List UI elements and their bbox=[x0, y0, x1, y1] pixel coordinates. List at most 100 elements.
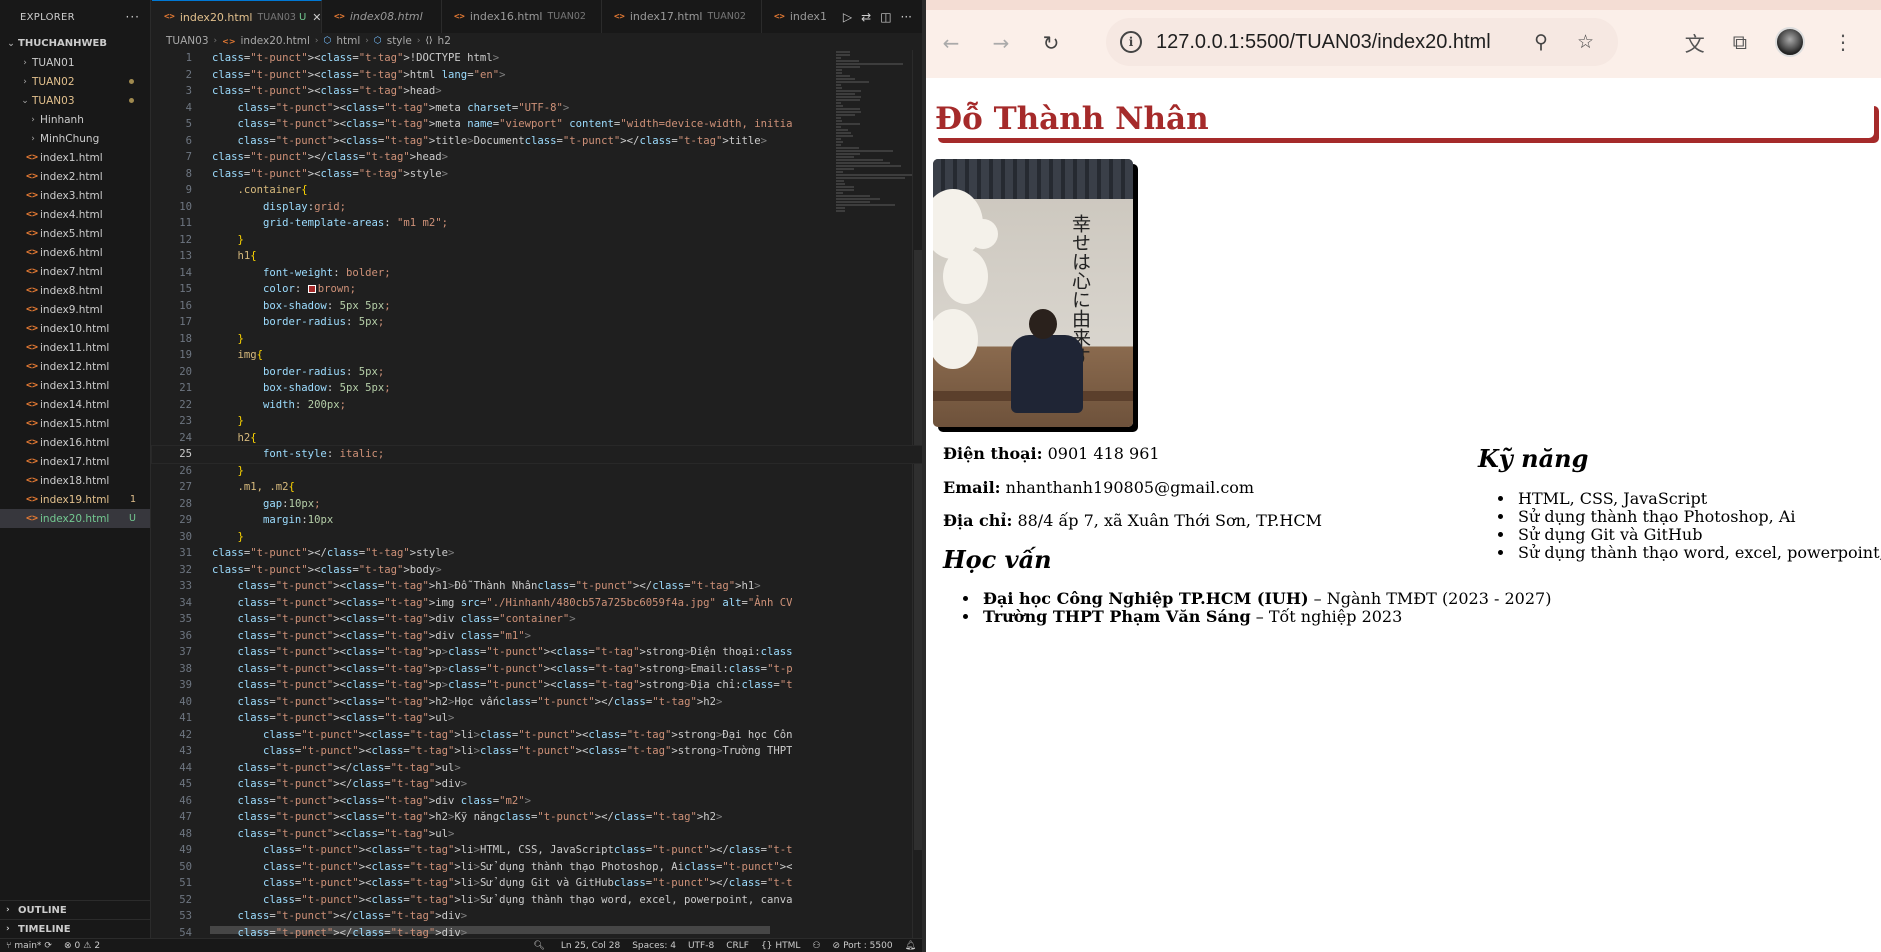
code-line[interactable]: 45 class="t-punct"></class="t-tag">div> bbox=[152, 776, 922, 793]
indentation[interactable]: Spaces: 4 bbox=[626, 941, 682, 951]
file-item[interactable]: <> index18.html bbox=[0, 471, 150, 490]
breadcrumb-item[interactable]: style bbox=[387, 35, 412, 47]
file-item[interactable]: <> index9.html bbox=[0, 300, 150, 319]
code-line[interactable]: 47 class="t-punct"><class="t-tag">h2>Kỹ … bbox=[152, 809, 922, 826]
code-line[interactable]: 37 class="t-punct"><class="t-tag">p>clas… bbox=[152, 644, 922, 661]
workspace-root[interactable]: ⌄ THUCHANHWEB bbox=[0, 34, 150, 53]
compare-icon[interactable]: ⇄ bbox=[861, 10, 871, 24]
file-item[interactable]: <> index2.html bbox=[0, 167, 150, 186]
code-line[interactable]: 2 class="t-punct"><class="t-tag">html lan… bbox=[152, 67, 922, 84]
file-item[interactable]: <> index17.html bbox=[0, 452, 150, 471]
split-editor-icon[interactable]: ◫ bbox=[880, 10, 891, 24]
code-line[interactable]: 10 display:grid; bbox=[152, 199, 922, 216]
language-mode[interactable]: {} HTML bbox=[755, 941, 807, 951]
code-line[interactable]: 12 } bbox=[152, 232, 922, 249]
tab-index1x[interactable]: <> index1 bbox=[762, 0, 832, 33]
code-line[interactable]: 1 class="t-punct"><class="t-tag">!DOCTYPE… bbox=[152, 50, 922, 67]
folder-tuan03[interactable]: ⌄ TUAN03 bbox=[0, 91, 150, 110]
code-line[interactable]: 6 class="t-punct"><class="t-tag">title>D… bbox=[152, 133, 922, 150]
more-icon[interactable]: ··· bbox=[901, 10, 912, 24]
file-item[interactable]: <> index7.html bbox=[0, 262, 150, 281]
more-actions-icon[interactable]: ··· bbox=[126, 10, 140, 24]
color-swatch-icon[interactable] bbox=[307, 285, 316, 293]
code-line[interactable]: 36 class="t-punct"><class="t-tag">div cl… bbox=[152, 628, 922, 645]
menu-icon[interactable]: ⋮ bbox=[1833, 30, 1853, 54]
code-line[interactable]: 34 class="t-punct"><class="t-tag">img sr… bbox=[152, 595, 922, 612]
code-line[interactable]: 25 font-style: italic; bbox=[151, 445, 923, 464]
code-line[interactable]: 5 class="t-punct"><class="t-tag">meta na… bbox=[152, 116, 922, 133]
code-line[interactable]: 29 margin:10px bbox=[152, 512, 922, 529]
zoom-icon[interactable]: ⚲ bbox=[1534, 31, 1548, 53]
live-server-status[interactable]: ⊘ Port : 5500 bbox=[827, 941, 899, 951]
timeline-section[interactable]: › TIMELINE bbox=[0, 919, 151, 938]
code-line[interactable]: 48 class="t-punct"><class="t-tag">ul> bbox=[152, 826, 922, 843]
code-line[interactable]: 9 .container{ bbox=[152, 182, 922, 199]
line-ending[interactable]: CRLF bbox=[720, 941, 755, 951]
folder-tuan02[interactable]: › TUAN02 bbox=[0, 72, 150, 91]
file-item[interactable]: <> index16.html bbox=[0, 433, 150, 452]
file-item[interactable]: <> index4.html bbox=[0, 205, 150, 224]
folder-minhchung[interactable]: › MinhChung bbox=[0, 129, 150, 148]
file-item[interactable]: <> index3.html bbox=[0, 186, 150, 205]
code-line[interactable]: 50 class="t-punct"><class="t-tag">li>Sử … bbox=[152, 859, 922, 876]
breadcrumb-item[interactable]: index20.html bbox=[241, 35, 310, 47]
code-line[interactable]: 38 class="t-punct"><class="t-tag">p>clas… bbox=[152, 661, 922, 678]
file-item[interactable]: <> index12.html bbox=[0, 357, 150, 376]
code-line[interactable]: 19 img{ bbox=[152, 347, 922, 364]
url-text[interactable]: 127.0.0.1:5500/TUAN03/index20.html bbox=[1156, 31, 1491, 54]
file-item[interactable]: <> index20.html U bbox=[0, 509, 150, 528]
file-item[interactable]: <> index14.html bbox=[0, 395, 150, 414]
code-line[interactable]: 13 h1{ bbox=[152, 248, 922, 265]
code-line[interactable]: 14 font-weight: bolder; bbox=[152, 265, 922, 282]
breadcrumb-item[interactable]: TUAN03 bbox=[166, 35, 209, 47]
code-line[interactable]: 41 class="t-punct"><class="t-tag">ul> bbox=[152, 710, 922, 727]
code-line[interactable]: 27 .m1, .m2{ bbox=[152, 479, 922, 496]
code-line[interactable]: 43 class="t-punct"><class="t-tag">li>cla… bbox=[152, 743, 922, 760]
code-line[interactable]: 40 class="t-punct"><class="t-tag">h2>Học… bbox=[152, 694, 922, 711]
code-line[interactable]: 7 class="t-punct"></class="t-tag">head> bbox=[152, 149, 922, 166]
breadcrumb-item[interactable]: h2 bbox=[438, 35, 451, 47]
code-line[interactable]: 26 } bbox=[152, 463, 922, 480]
code-line[interactable]: 21 box-shadow: 5px 5px; bbox=[152, 380, 922, 397]
extensions-icon[interactable]: ⧉ bbox=[1733, 30, 1747, 54]
bookmark-star-icon[interactable]: ☆ bbox=[1577, 31, 1594, 53]
code-line[interactable]: 8 class="t-punct"><class="t-tag">style> bbox=[152, 166, 922, 183]
code-line[interactable]: 15 color: brown; bbox=[152, 281, 922, 298]
code-editor[interactable]: 1 class="t-punct"><class="t-tag">!DOCTYPE… bbox=[151, 50, 923, 939]
code-line[interactable]: 49 class="t-punct"><class="t-tag">li>HTM… bbox=[152, 842, 922, 859]
forward-icon[interactable]: → bbox=[976, 31, 1026, 55]
close-icon[interactable]: ✕ bbox=[312, 11, 321, 24]
file-item[interactable]: <> index5.html bbox=[0, 224, 150, 243]
code-line[interactable]: 31 class="t-punct"></class="t-tag">style> bbox=[152, 545, 922, 562]
code-line[interactable]: 24 h2{ bbox=[152, 430, 922, 447]
code-line[interactable]: 33 class="t-punct"><class="t-tag">h1>Đỗ … bbox=[152, 578, 922, 595]
folder-tuan01[interactable]: › TUAN01 bbox=[0, 53, 150, 72]
code-line[interactable]: 42 class="t-punct"><class="t-tag">li>cla… bbox=[152, 727, 922, 744]
tab-index20[interactable]: <> index20.html TUAN03 U ✕ bbox=[152, 0, 322, 33]
zoom-icon[interactable]: 🔍︎ bbox=[523, 941, 554, 951]
run-icon[interactable]: ▷ bbox=[843, 10, 852, 24]
address-bar[interactable]: i 127.0.0.1:5500/TUAN03/index20.html ⚲ ☆ bbox=[1106, 18, 1618, 66]
reload-icon[interactable]: ↻ bbox=[1026, 31, 1076, 55]
site-info-icon[interactable]: i bbox=[1120, 31, 1142, 53]
folder-hinhanh[interactable]: › Hinhanh bbox=[0, 110, 150, 129]
tab-index16[interactable]: <> index16.html TUAN02 bbox=[442, 0, 602, 33]
code-line[interactable]: 4 class="t-punct"><class="t-tag">meta ch… bbox=[152, 100, 922, 117]
encoding[interactable]: UTF-8 bbox=[682, 941, 720, 951]
file-item[interactable]: <> index6.html bbox=[0, 243, 150, 262]
code-line[interactable]: 35 class="t-punct"><class="t-tag">div cl… bbox=[152, 611, 922, 628]
code-line[interactable]: 18 } bbox=[152, 331, 922, 348]
code-line[interactable]: 30 } bbox=[152, 529, 922, 546]
tab-index08[interactable]: <> index08.html bbox=[322, 0, 442, 33]
code-line[interactable]: 53 class="t-punct"></class="t-tag">div> bbox=[152, 908, 922, 925]
file-item[interactable]: <> index1.html bbox=[0, 148, 150, 167]
file-item[interactable]: <> index11.html bbox=[0, 338, 150, 357]
file-item[interactable]: <> index10.html bbox=[0, 319, 150, 338]
code-line[interactable]: 39 class="t-punct"><class="t-tag">p>clas… bbox=[152, 677, 922, 694]
file-item[interactable]: <> index19.html 1 bbox=[0, 490, 150, 509]
code-line[interactable]: 28 gap:10px; bbox=[152, 496, 922, 513]
code-line[interactable]: 3 class="t-punct"><class="t-tag">head> bbox=[152, 83, 922, 100]
code-line[interactable]: 46 class="t-punct"><class="t-tag">div cl… bbox=[152, 793, 922, 810]
problems-status[interactable]: ⊗ 0 ⚠ 2 bbox=[58, 941, 106, 951]
back-icon[interactable]: ← bbox=[926, 31, 976, 55]
